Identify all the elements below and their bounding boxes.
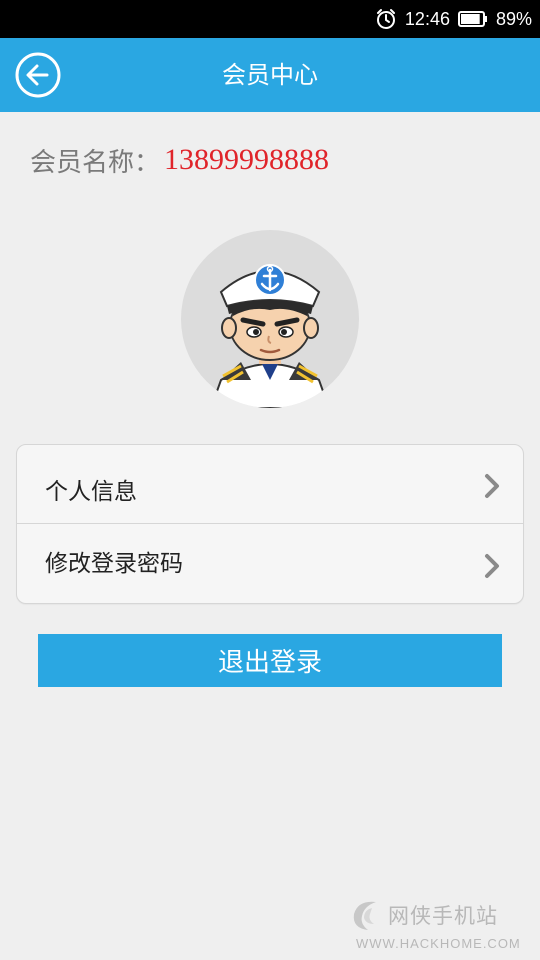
watermark: 网侠手机站 WWW.HACKHOME.COM xyxy=(346,890,532,956)
logout-button[interactable]: 退出登录 xyxy=(38,634,502,687)
status-bar: 12:46 89% xyxy=(0,0,540,38)
profile-menu-card: 个人信息 修改登录密码 xyxy=(16,444,524,604)
battery-icon xyxy=(457,10,488,28)
hackhome-logo-icon xyxy=(353,901,376,930)
chevron-right-icon xyxy=(485,474,499,498)
chevron-right-icon xyxy=(485,554,499,578)
menu-item-label: 个人信息 xyxy=(45,479,137,505)
sailor-captain-avatar-icon xyxy=(209,264,331,408)
avatar xyxy=(181,230,359,408)
alarm-clock-icon xyxy=(375,8,397,30)
back-button[interactable] xyxy=(14,51,62,99)
member-name-label: 会员名称： xyxy=(30,147,161,178)
watermark-name: 网侠手机站 xyxy=(388,904,498,928)
status-time: 12:46 xyxy=(404,8,450,29)
menu-item-label: 修改登录密码 xyxy=(45,551,183,577)
status-right-group: 12:46 89% xyxy=(375,0,532,38)
menu-item-personal-info[interactable]: 个人信息 xyxy=(17,445,523,523)
member-name-value: 13899998888 xyxy=(164,143,330,176)
circle-back-arrow-icon xyxy=(15,52,61,98)
member-name-row: 会员名称： 13899998888 xyxy=(30,140,329,180)
top-app-bar: 会员中心 xyxy=(0,38,540,112)
page-title: 会员中心 xyxy=(222,61,318,89)
battery-percent: 89% xyxy=(495,8,532,29)
watermark-url: WWW.HACKHOME.COM xyxy=(356,936,521,951)
menu-item-change-password[interactable]: 修改登录密码 xyxy=(17,524,523,602)
status-notification-area xyxy=(8,8,86,30)
